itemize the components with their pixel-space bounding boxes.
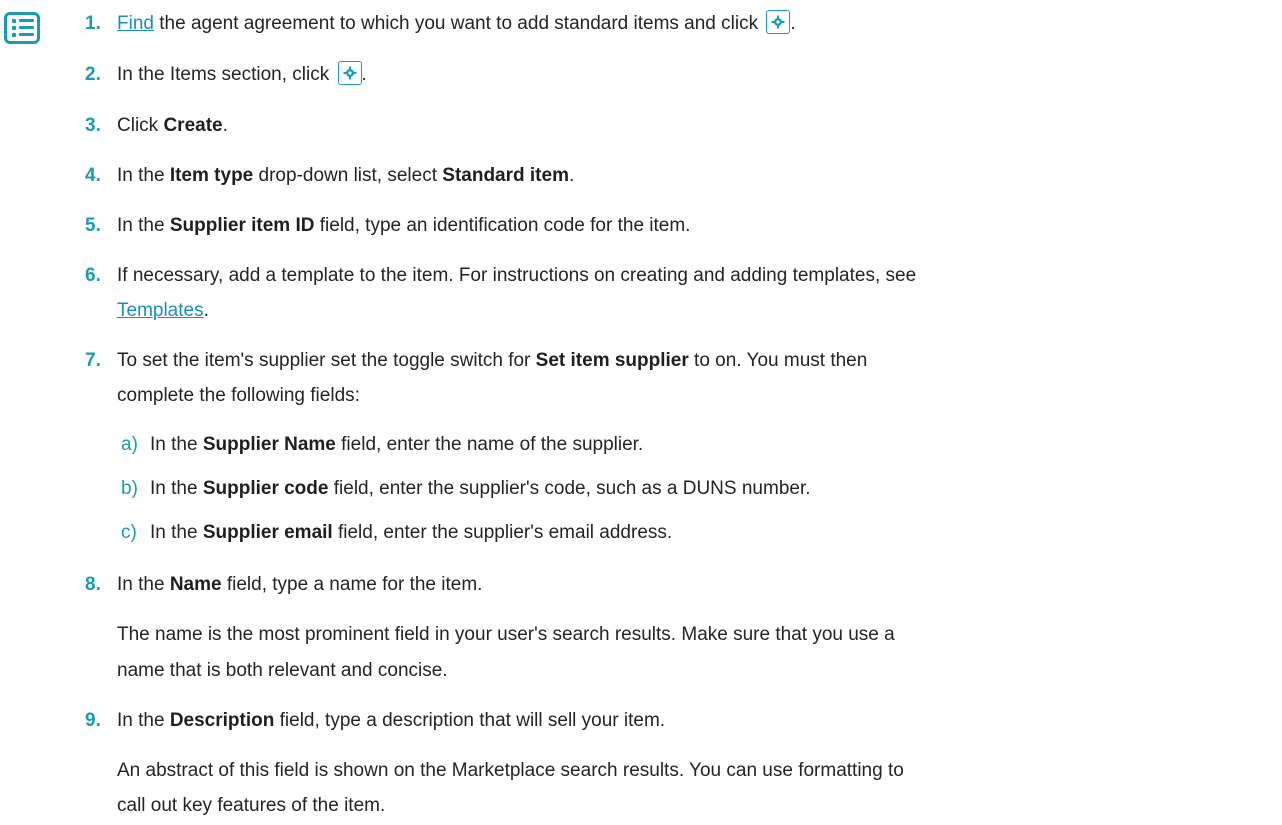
substep-c: In the Supplier email field, enter the s… [150, 522, 673, 543]
checklist-icon [4, 12, 40, 44]
ui-label: Standard item [442, 165, 569, 186]
gear-icon [771, 15, 785, 29]
ui-label: Description [169, 710, 275, 731]
substep-a: In the Supplier Name field, enter the na… [150, 434, 644, 455]
find-link[interactable]: Find [117, 13, 154, 34]
step-7-line-2: complete the following fields: [117, 385, 360, 406]
gear-button[interactable] [766, 10, 791, 34]
step-3: Click Create. [117, 115, 228, 136]
substep-letter: c) [121, 522, 137, 543]
ui-label: Supplier email [202, 522, 333, 543]
step-1: Find the agent agreement to which you wa… [117, 10, 796, 38]
step-9: In the Description field, type a descrip… [117, 710, 666, 731]
step-9-note-line-1: An abstract of this field is shown on th… [117, 760, 904, 781]
procedure-page: 1. Find the agent agreement to which you… [0, 0, 1282, 825]
substep-b: In the Supplier code field, enter the su… [150, 478, 811, 499]
ui-label: Supplier code [202, 478, 329, 499]
step-8: In the Name field, type a name for the i… [117, 574, 483, 595]
step-6-line-2: Templates. [117, 300, 209, 321]
templates-link[interactable]: Templates [117, 300, 204, 321]
ui-label: Set item supplier [535, 350, 689, 371]
ui-label: Supplier item ID [169, 215, 315, 236]
step-7: To set the item's supplier set the toggl… [117, 350, 868, 371]
step-8-note-line-1: The name is the most prominent field in … [117, 624, 895, 645]
ui-label: Item type [169, 165, 254, 186]
step-4: In the Item type drop-down list, select … [117, 165, 575, 186]
step-6: If necessary, add a template to the item… [117, 265, 917, 286]
gear-button[interactable] [337, 61, 362, 85]
ui-label: Supplier Name [202, 434, 336, 455]
step-9-note-line-2: call out key features of the item. [117, 795, 386, 816]
step-5: In the Supplier item ID field, type an i… [117, 215, 691, 236]
ui-label: Create [163, 115, 223, 136]
gear-icon [343, 66, 357, 80]
ui-label: Name [169, 574, 222, 595]
substep-letter: a) [121, 434, 138, 455]
substep-letter: b) [121, 478, 138, 499]
step-2: In the Items section, click . [117, 61, 367, 89]
step-8-note-line-2: name that is both relevant and concise. [117, 660, 448, 681]
